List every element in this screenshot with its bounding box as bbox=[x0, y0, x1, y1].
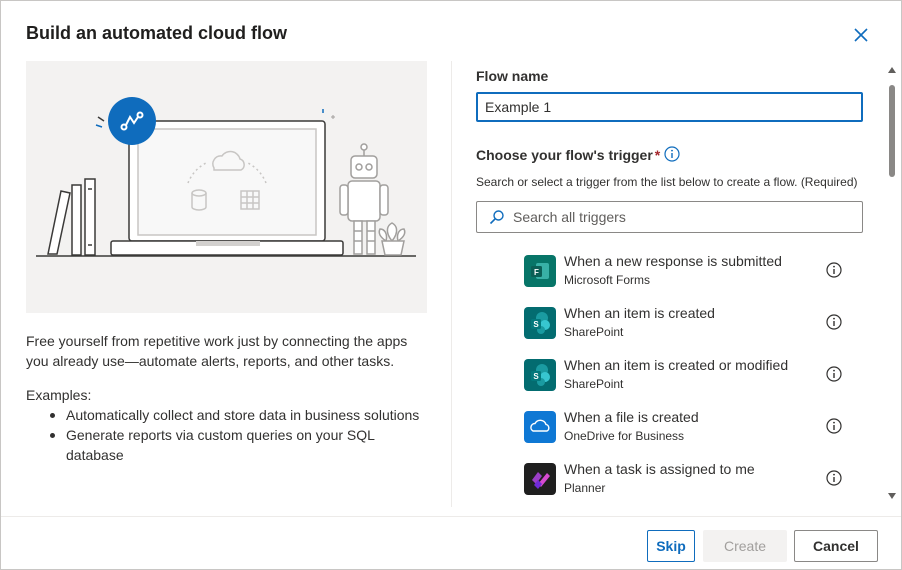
skip-button[interactable]: Skip bbox=[647, 530, 695, 562]
trigger-item-sharepoint-created[interactable]: S When an item is created SharePoint bbox=[476, 297, 876, 349]
vertical-scrollbar[interactable] bbox=[887, 65, 897, 505]
examples-list: Automatically collect and store data in … bbox=[26, 405, 426, 465]
trigger-info-button[interactable] bbox=[826, 418, 842, 434]
search-icon bbox=[489, 210, 504, 225]
required-mark: * bbox=[654, 147, 661, 163]
info-icon bbox=[826, 314, 842, 330]
intro-text: Free yourself from repetitive work just … bbox=[26, 333, 408, 369]
trigger-list: F When a new response is submitted Micro… bbox=[476, 245, 876, 505]
trigger-label: Choose your flow's trigger * bbox=[476, 147, 660, 163]
trigger-title: When an item is created bbox=[564, 305, 715, 321]
trigger-title: When a file is created bbox=[564, 409, 699, 425]
cancel-button[interactable]: Cancel bbox=[794, 530, 878, 562]
flow-name-input[interactable] bbox=[476, 92, 863, 122]
trigger-title: When an item is created or modified bbox=[564, 357, 789, 373]
trigger-item-sharepoint-created-modified[interactable]: S When an item is created or modified Sh… bbox=[476, 349, 876, 401]
trigger-app: Planner bbox=[564, 481, 606, 495]
trigger-info-button[interactable] bbox=[826, 366, 842, 382]
trigger-item-planner-task-assigned[interactable]: When a task is assigned to me Planner bbox=[476, 453, 876, 505]
trigger-title: When a task is assigned to me bbox=[564, 461, 755, 477]
close-icon bbox=[854, 28, 868, 42]
planner-icon bbox=[524, 463, 556, 495]
trigger-app: SharePoint bbox=[564, 377, 624, 391]
create-button[interactable]: Create bbox=[703, 530, 787, 562]
svg-text:S: S bbox=[533, 372, 539, 381]
trigger-search-input[interactable] bbox=[513, 202, 853, 232]
forms-icon: F bbox=[524, 255, 556, 287]
example-item: Generate reports via custom queries on y… bbox=[26, 425, 426, 465]
laptop-illustration bbox=[36, 97, 416, 257]
trigger-info-button[interactable] bbox=[826, 470, 842, 486]
trigger-helper-text: Search or select a trigger from the list… bbox=[476, 175, 858, 189]
svg-text:F: F bbox=[534, 268, 539, 277]
svg-text:S: S bbox=[533, 320, 539, 329]
scroll-thumb[interactable] bbox=[889, 85, 895, 177]
trigger-search-box bbox=[476, 201, 863, 233]
example-item: Automatically collect and store data in … bbox=[26, 405, 426, 425]
trigger-info-button[interactable] bbox=[664, 146, 680, 162]
info-icon bbox=[826, 262, 842, 278]
info-icon bbox=[664, 146, 680, 162]
trigger-label-text: Choose your flow's trigger bbox=[476, 147, 653, 163]
info-icon bbox=[826, 470, 842, 486]
info-icon bbox=[826, 418, 842, 434]
scroll-down-arrow-icon[interactable] bbox=[888, 493, 896, 499]
sharepoint-icon: S bbox=[524, 307, 556, 339]
dialog-title: Build an automated cloud flow bbox=[26, 23, 287, 43]
trigger-app: OneDrive for Business bbox=[564, 429, 685, 443]
hero-illustration bbox=[26, 61, 427, 313]
pane-divider bbox=[451, 61, 452, 507]
trigger-app: Microsoft Forms bbox=[564, 273, 651, 287]
close-button[interactable] bbox=[851, 25, 871, 45]
build-flow-dialog: Build an automated cloud flow Free yours… bbox=[0, 0, 902, 570]
trigger-app: SharePoint bbox=[564, 325, 624, 339]
trigger-item-onedrive-file-created[interactable]: When a file is created OneDrive for Busi… bbox=[476, 401, 876, 453]
footer-divider bbox=[1, 516, 901, 517]
flow-name-label: Flow name bbox=[476, 68, 549, 84]
trigger-title: When a new response is submitted bbox=[564, 253, 782, 269]
trigger-info-button[interactable] bbox=[826, 262, 842, 278]
examples-label: Examples: bbox=[26, 387, 92, 403]
info-icon bbox=[826, 366, 842, 382]
onedrive-icon bbox=[524, 411, 556, 443]
sharepoint-icon: S bbox=[524, 359, 556, 391]
trigger-info-button[interactable] bbox=[826, 314, 842, 330]
scroll-up-arrow-icon[interactable] bbox=[888, 67, 896, 73]
trigger-item-forms-new-response[interactable]: F When a new response is submitted Micro… bbox=[476, 245, 876, 297]
